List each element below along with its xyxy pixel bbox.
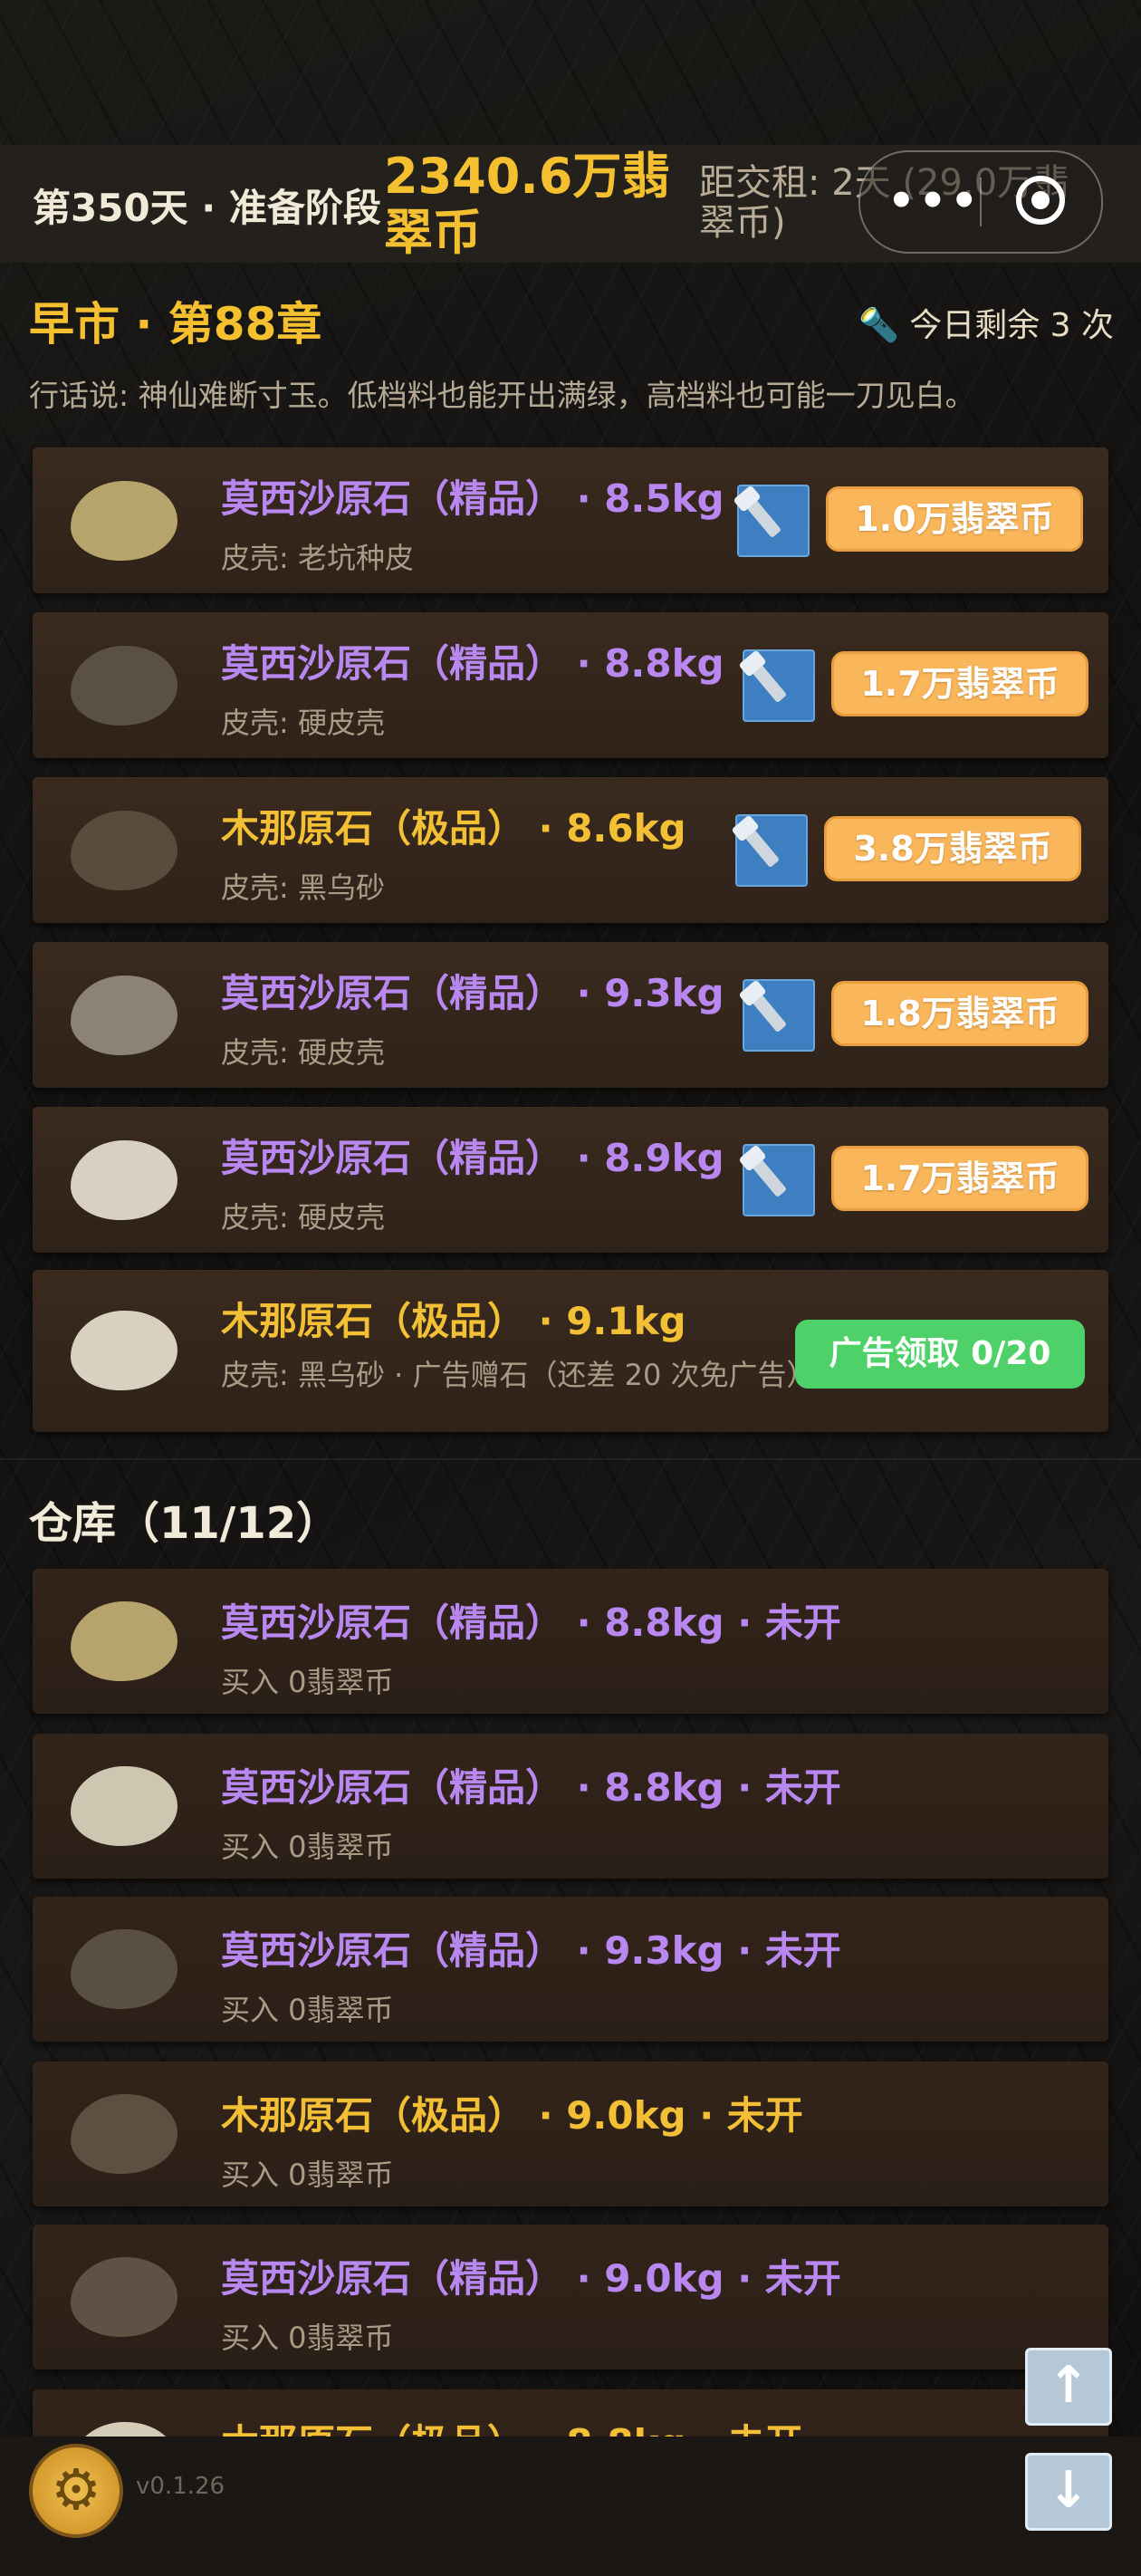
- ad-claim-button[interactable]: 广告领取 0/20: [795, 1320, 1085, 1389]
- market-item: 莫西沙原石（精品） · 8.9kg 皮壳: 硬皮壳 1.7万翡翠币: [33, 1107, 1108, 1253]
- buy-price: 买入 0翡翠币: [221, 1665, 394, 1699]
- settings-button[interactable]: ⚙: [29, 2444, 123, 2538]
- scroll-down-button[interactable]: ↓: [1025, 2453, 1112, 2531]
- stone-icon: [71, 2257, 177, 2337]
- flashlight-button[interactable]: [735, 814, 808, 887]
- close-target-icon[interactable]: [1016, 176, 1065, 225]
- stone-icon: [71, 481, 177, 561]
- flashlight-icon: [750, 1157, 788, 1198]
- market-title: 早市 · 第88章: [29, 298, 322, 351]
- warehouse-item[interactable]: 莫西沙原石（精品） · 9.0kg · 未开 买入 0翡翠币: [33, 2225, 1108, 2369]
- stone-skin: 皮壳: 黑乌砂 · 广告赠石（还差 20 次免广告）: [221, 1358, 816, 1392]
- market-item: 莫西沙原石（精品） · 9.3kg 皮壳: 硬皮壳 1.8万翡翠币: [33, 942, 1108, 1088]
- stone-skin: 皮壳: 老坑种皮: [221, 541, 414, 575]
- stone-name: 莫西沙原石（精品） · 8.8kg · 未开: [221, 1765, 841, 1810]
- warehouse-item[interactable]: 木那原石（极品） · 9.0kg · 未开 买入 0翡翠币: [33, 2062, 1108, 2206]
- warehouse-item[interactable]: 莫西沙原石（精品） · 8.8kg · 未开 买入 0翡翠币: [33, 1569, 1108, 1714]
- miniprogram-capsule: •••: [858, 150, 1103, 254]
- stone-name: 莫西沙原石（精品） · 9.3kg: [221, 971, 724, 1015]
- stone-name: 莫西沙原石（精品） · 8.5kg: [221, 476, 724, 521]
- stone-name: 莫西沙原石（精品） · 8.9kg: [221, 1136, 724, 1180]
- stone-icon: [71, 1311, 177, 1390]
- stone-skin: 皮壳: 黑乌砂: [221, 870, 385, 905]
- flashlight-button[interactable]: [743, 1144, 815, 1216]
- buy-price-button[interactable]: 1.7万翡翠币: [831, 1146, 1088, 1211]
- stone-name: 莫西沙原石（精品） · 9.0kg · 未开: [221, 2256, 841, 2301]
- flashlight-button[interactable]: [737, 485, 810, 557]
- more-icon[interactable]: •••: [887, 176, 982, 226]
- gear-icon: ⚙: [51, 2456, 101, 2523]
- stone-name: 莫西沙原石（精品） · 9.3kg · 未开: [221, 1928, 841, 1973]
- stone-icon: [71, 1766, 177, 1846]
- flashlight-icon: [750, 662, 788, 704]
- stone-icon: [71, 1140, 177, 1220]
- scroll-up-button[interactable]: ↑: [1025, 2348, 1112, 2426]
- stone-skin: 皮壳: 硬皮壳: [221, 706, 385, 740]
- stone-name: 莫西沙原石（精品） · 8.8kg: [221, 641, 724, 686]
- market-ad-item: 木那原石（极品） · 9.1kg 皮壳: 黑乌砂 · 广告赠石（还差 20 次免…: [33, 1270, 1108, 1432]
- stone-icon: [71, 646, 177, 726]
- version-label: v0.1.26: [136, 2473, 225, 2500]
- remaining-count: 🔦 今日剩余 3 次: [858, 307, 1114, 344]
- stone-icon: [71, 976, 177, 1055]
- buy-price: 买入 0翡翠币: [221, 1830, 394, 1864]
- stone-name: 木那原石（极品） · 9.1kg: [221, 1299, 686, 1343]
- market-saying: 行话说: 神仙难断寸玉。低档料也能开出满绿，高档料也可能一刀见白。: [29, 378, 975, 413]
- stone-icon: [71, 1601, 177, 1681]
- stone-icon: [71, 1929, 177, 2009]
- flashlight-icon: [743, 827, 781, 869]
- day-phase: 第350天 · 准备阶段: [33, 186, 381, 230]
- buy-price: 买入 0翡翠币: [221, 1993, 394, 2027]
- flashlight-icon: [744, 497, 782, 539]
- warehouse-item[interactable]: 莫西沙原石（精品） · 8.8kg · 未开 买入 0翡翠币: [33, 1734, 1108, 1879]
- buy-price-button[interactable]: 1.7万翡翠币: [831, 651, 1088, 716]
- stone-icon: [71, 811, 177, 890]
- buy-price: 买入 0翡翠币: [221, 2321, 394, 2355]
- stone-skin: 皮壳: 硬皮壳: [221, 1035, 385, 1070]
- buy-price-button[interactable]: 1.8万翡翠币: [831, 981, 1088, 1046]
- stone-icon: [71, 2094, 177, 2174]
- flashlight-icon: [750, 992, 788, 1033]
- stone-skin: 皮壳: 硬皮壳: [221, 1200, 385, 1235]
- buy-price: 买入 0翡翠币: [221, 2158, 394, 2192]
- market-item: 莫西沙原石（精品） · 8.5kg 皮壳: 老坑种皮 1.0万翡翠币: [33, 447, 1108, 593]
- buy-price-button[interactable]: 3.8万翡翠币: [824, 816, 1081, 881]
- buy-price-button[interactable]: 1.0万翡翠币: [826, 486, 1083, 552]
- flashlight-button[interactable]: [743, 979, 815, 1052]
- stone-name: 木那原石（极品） · 9.0kg · 未开: [221, 2093, 803, 2138]
- bottom-bar: [0, 2437, 1141, 2576]
- capsule-divider: [980, 178, 982, 226]
- warehouse-item[interactable]: 莫西沙原石（精品） · 9.3kg · 未开 买入 0翡翠币: [33, 1897, 1108, 2042]
- flashlight-button[interactable]: [743, 649, 815, 722]
- market-item: 莫西沙原石（精品） · 8.8kg 皮壳: 硬皮壳 1.7万翡翠币: [33, 612, 1108, 758]
- stone-name: 木那原石（极品） · 8.6kg: [221, 806, 686, 851]
- stone-name: 莫西沙原石（精品） · 8.8kg · 未开: [221, 1600, 841, 1645]
- money-balance: 2340.6万翡翠币: [384, 148, 671, 261]
- warehouse-title: 仓库（11/12）: [29, 1498, 340, 1549]
- market-item: 木那原石（极品） · 8.6kg 皮壳: 黑乌砂 3.8万翡翠币: [33, 777, 1108, 923]
- section-divider: [0, 1458, 1141, 1460]
